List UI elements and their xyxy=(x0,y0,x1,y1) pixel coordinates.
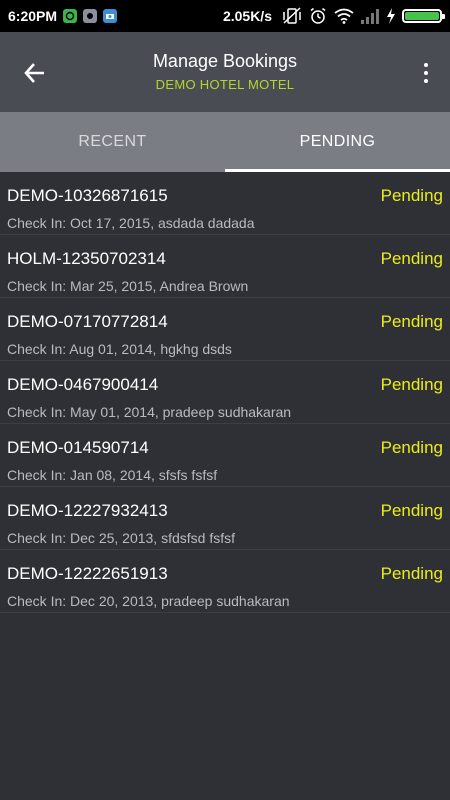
booking-detail: Check In: Aug 01, 2014, hgkhg dsds xyxy=(7,341,232,357)
booking-row[interactable]: DEMO-12222651913 Pending Check In: Dec 2… xyxy=(0,550,450,613)
bookings-list: DEMO-10326871615 Pending Check In: Oct 1… xyxy=(0,172,450,613)
tab-recent[interactable]: RECENT xyxy=(0,112,225,172)
booking-id: HOLM-12350702314 xyxy=(7,249,166,268)
more-vert-icon-dot xyxy=(424,79,428,83)
alarm-icon xyxy=(310,7,326,24)
booking-id: DEMO-0467900414 xyxy=(7,375,159,394)
booking-detail: Check In: Mar 25, 2015, Andrea Brown xyxy=(7,278,249,294)
booking-detail: Check In: Dec 25, 2013, sfdsfsd fsfsf xyxy=(7,530,235,546)
arrow-left-icon xyxy=(24,63,44,83)
status-bar: 6:20PM 2.05K/s xyxy=(0,0,450,32)
booking-status: Pending xyxy=(380,501,443,520)
booking-detail: Check In: Dec 20, 2013, pradeep sudhakar… xyxy=(7,593,290,609)
back-button[interactable] xyxy=(18,56,52,90)
overflow-menu-button[interactable] xyxy=(414,58,438,88)
screen: 6:20PM 2.05K/s Manage Bookings DEMO HOTE… xyxy=(0,0,450,800)
battery-level xyxy=(405,12,439,20)
status-time: 6:20PM xyxy=(8,8,58,24)
booking-id: DEMO-12222651913 xyxy=(7,564,168,583)
tab-pending[interactable]: PENDING xyxy=(225,112,450,172)
booking-detail: Check In: Oct 17, 2015, asdada dadada xyxy=(7,215,255,231)
wifi-icon xyxy=(334,8,354,24)
booking-row[interactable]: DEMO-12227932413 Pending Check In: Dec 2… xyxy=(0,487,450,550)
booking-status: Pending xyxy=(380,375,443,394)
booking-detail: Check In: May 01, 2014, pradeep sudhakar… xyxy=(7,404,292,420)
app-bar: Manage Bookings DEMO HOTEL MOTEL xyxy=(0,32,450,112)
network-speed: 2.05K/s xyxy=(222,8,272,24)
booking-status: Pending xyxy=(380,186,443,205)
tab-pending-label: PENDING xyxy=(299,133,376,150)
vibrate-off-icon xyxy=(283,7,301,24)
status-right: 2.05K/s xyxy=(222,7,445,25)
booking-status: Pending xyxy=(380,312,443,331)
booking-row[interactable]: DEMO-07170772814 Pending Check In: Aug 0… xyxy=(0,298,450,361)
booking-row[interactable]: DEMO-10326871615 Pending Check In: Oct 1… xyxy=(0,172,450,235)
title-wrap: Manage Bookings DEMO HOTEL MOTEL xyxy=(60,48,390,96)
booking-row[interactable]: DEMO-0467900414 Pending Check In: May 01… xyxy=(0,361,450,424)
booking-id: DEMO-12227932413 xyxy=(7,501,168,520)
booking-detail: Check In: Jan 08, 2014, sfsfs fsfsf xyxy=(7,467,218,483)
booking-row[interactable]: HOLM-12350702314 Pending Check In: Mar 2… xyxy=(0,235,450,298)
booking-status: Pending xyxy=(380,564,443,583)
chat-app-icon xyxy=(63,9,78,23)
booking-row[interactable]: DEMO-014590714 Pending Check In: Jan 08,… xyxy=(0,424,450,487)
battery-icon xyxy=(402,9,445,23)
signal-icon xyxy=(361,9,379,24)
camera-app-icon xyxy=(103,9,118,23)
photo-app-icon xyxy=(83,9,98,23)
tab-bar: RECENT PENDING xyxy=(0,112,450,172)
booking-status: Pending xyxy=(380,249,443,268)
page-title: Manage Bookings xyxy=(152,51,298,71)
booking-status: Pending xyxy=(380,438,443,457)
tab-recent-label: RECENT xyxy=(78,133,147,150)
charging-icon xyxy=(387,8,395,24)
booking-id: DEMO-07170772814 xyxy=(7,312,168,331)
more-vert-icon xyxy=(424,63,428,67)
booking-id: DEMO-10326871615 xyxy=(7,186,168,205)
booking-id: DEMO-014590714 xyxy=(7,438,149,457)
hotel-name: DEMO HOTEL MOTEL xyxy=(155,77,295,92)
more-vert-icon-dot xyxy=(424,71,428,75)
